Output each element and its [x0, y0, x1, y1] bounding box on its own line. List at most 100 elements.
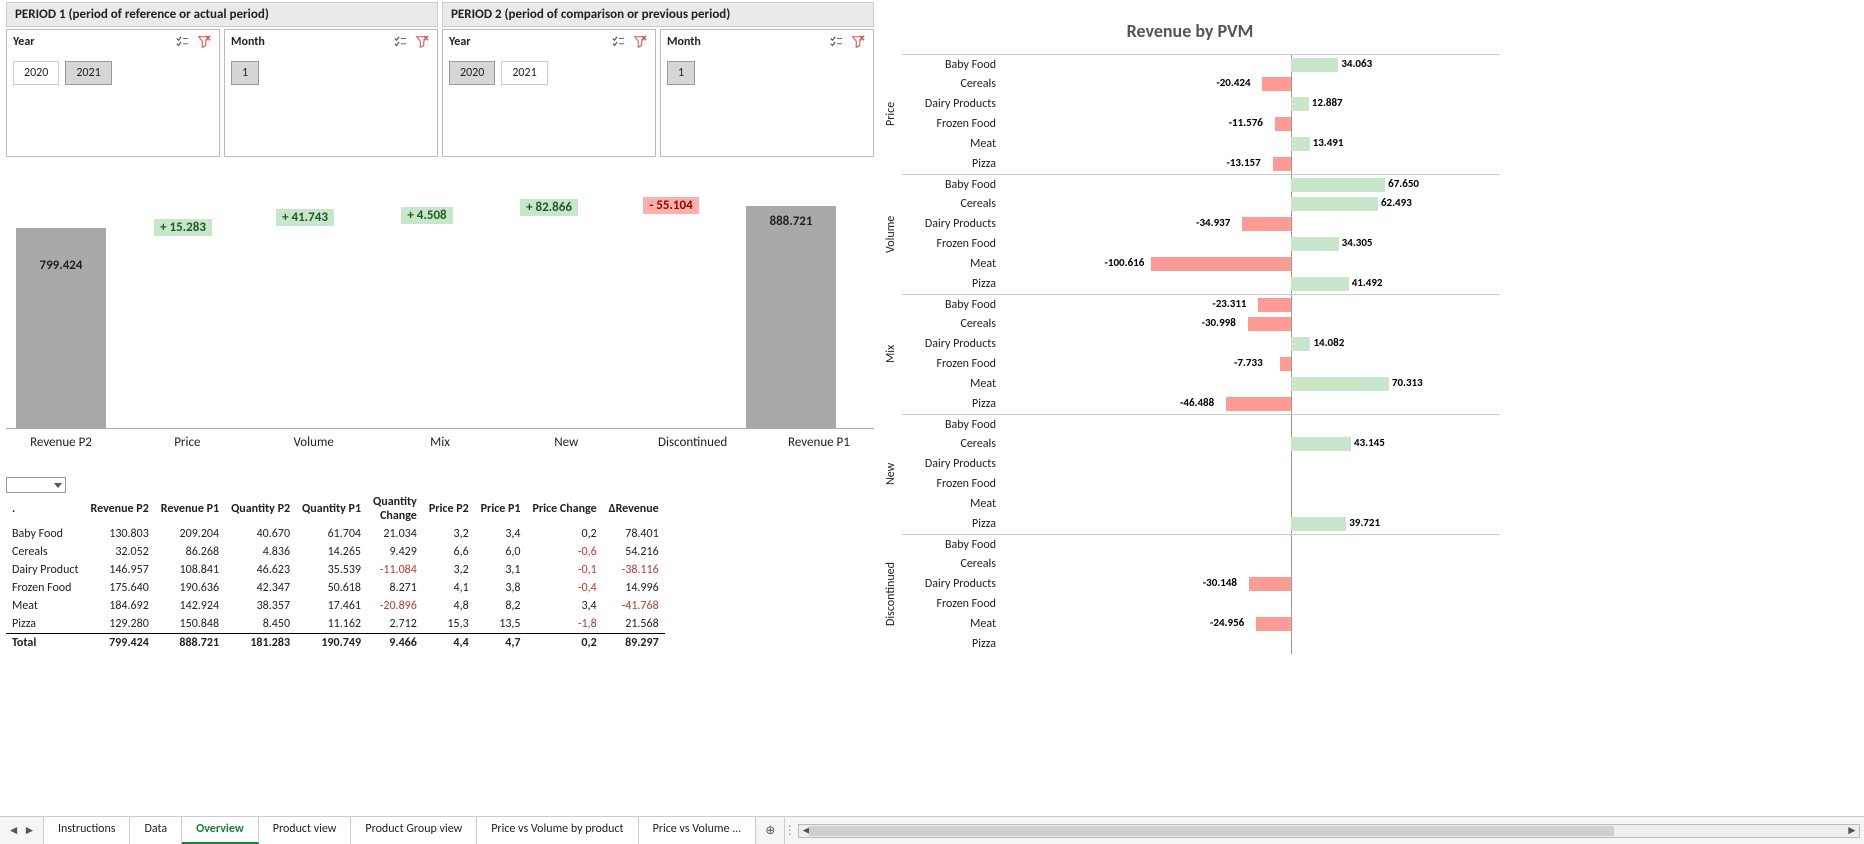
pvm-category-label: Dairy Products	[902, 337, 1002, 351]
pvm-row: Dairy Products12.887	[902, 94, 1500, 114]
slicer-option[interactable]: 2021	[501, 61, 547, 85]
pvm-category-label: Dairy Products	[902, 457, 1002, 471]
pvm-group-label: Discontinued	[880, 534, 902, 654]
sheet-tab[interactable]: Product Group view	[351, 817, 477, 844]
pvm-row: Frozen Food-11.576	[902, 114, 1500, 134]
pvm-row: Meat-100.616	[902, 254, 1500, 274]
pvm-row: Dairy Products-30.148	[902, 574, 1500, 594]
pvm-category-label: Dairy Products	[902, 577, 1002, 591]
pvm-group-label: New	[880, 414, 902, 534]
pvm-category-label: Pizza	[902, 517, 1002, 531]
pvm-row: Cereals-20.424	[902, 74, 1500, 94]
add-sheet-button[interactable]: ⊕	[756, 817, 784, 844]
pvm-row: Baby Food	[902, 534, 1500, 554]
pvm-category-label: Pizza	[902, 637, 1002, 651]
clear-filter-icon[interactable]	[849, 33, 867, 51]
clear-filter-icon[interactable]	[413, 33, 431, 51]
pvm-category-label: Meat	[902, 617, 1002, 631]
table-header: Revenue P2	[85, 493, 155, 525]
pvm-bar	[1291, 58, 1338, 72]
pvm-row: Frozen Food	[902, 474, 1500, 494]
slicer-option[interactable]: 2021	[65, 61, 111, 85]
tabnav-prev-icon[interactable]: ◄	[8, 823, 20, 838]
horizontal-scrollbar[interactable]: ◄ ►	[798, 824, 1860, 838]
period-1-title: PERIOD 1 (period of reference or actual …	[6, 2, 438, 27]
multiselect-icon[interactable]	[609, 33, 627, 51]
sheet-tab[interactable]: Overview	[182, 817, 259, 844]
sheet-tab[interactable]: Product view	[259, 817, 352, 844]
slicer-label: Year	[13, 35, 35, 49]
table-header: Price Change	[527, 493, 603, 525]
sheet-tab[interactable]: Data	[130, 817, 182, 844]
slicer-label: Year	[449, 35, 471, 49]
tabnav-next-icon[interactable]: ►	[24, 823, 36, 838]
table-header: Quantity P1	[296, 493, 367, 525]
pvm-category-label: Frozen Food	[902, 597, 1002, 611]
pvm-row: Meat-24.956	[902, 614, 1500, 634]
waterfall-step: + 82.866	[494, 199, 604, 216]
slicer-p1-year[interactable]: Year 20202021	[6, 29, 220, 157]
sheet-tab-bar: ◄ ► InstructionsDataOverviewProduct view…	[0, 816, 1864, 844]
waterfall-bar: 799.424	[16, 228, 106, 428]
table-total-row: Total799.424888.721181.283190.7499.4664,…	[6, 634, 665, 653]
pvm-row: Dairy Products14.082	[902, 334, 1500, 354]
pvm-row: Meat13.491	[902, 134, 1500, 154]
pvm-bar	[1291, 137, 1310, 151]
sheet-tab[interactable]: Instructions	[44, 817, 130, 844]
pvm-category-label: Meat	[902, 377, 1002, 391]
multiselect-icon[interactable]	[173, 33, 191, 51]
pvm-row: Frozen Food	[902, 594, 1500, 614]
slicer-option[interactable]: 2020	[13, 61, 59, 85]
slicer-option[interactable]: 2020	[449, 61, 495, 85]
slicer-option[interactable]: 1	[231, 61, 259, 85]
pvm-category-label: Frozen Food	[902, 357, 1002, 371]
pvm-category-label: Baby Food	[902, 178, 1002, 192]
pvm-row: Pizza41.492	[902, 274, 1500, 294]
pvm-row: Pizza	[902, 634, 1500, 654]
pvm-category-label: Cereals	[902, 317, 1002, 331]
clear-filter-icon[interactable]	[631, 33, 649, 51]
pvm-row: Cereals	[902, 554, 1500, 574]
sheet-tab[interactable]: Price vs Volume by product	[477, 817, 638, 844]
pivot-table: .Revenue P2Revenue P1Quantity P2Quantity…	[6, 477, 874, 652]
pvm-row: Baby Food	[902, 414, 1500, 434]
waterfall-axis-label: Volume	[259, 435, 369, 450]
pvm-group-label: Price	[880, 54, 902, 174]
pvm-category-label: Baby Food	[902, 58, 1002, 72]
pvm-bar	[1291, 277, 1349, 291]
table-row: Pizza129.280150.8488.45011.1622.71215,31…	[6, 615, 665, 634]
slicer-p2-month[interactable]: Month 1	[660, 29, 874, 157]
pivot-rowfield-dropdown[interactable]	[6, 477, 66, 493]
pvm-row: Cereals62.493	[902, 194, 1500, 214]
slicer-p1-month[interactable]: Month 1	[224, 29, 438, 157]
pvm-category-label: Dairy Products	[902, 217, 1002, 231]
slicer-option[interactable]: 1	[667, 61, 695, 85]
pvm-row: Meat	[902, 494, 1500, 514]
waterfall-step: - 55.104	[616, 197, 726, 214]
sheet-tab[interactable]: Price vs Volume ...	[639, 817, 757, 844]
table-header: .	[6, 493, 85, 525]
table-row: Baby Food130.803209.20440.67061.70421.03…	[6, 525, 665, 543]
pvm-category-label: Cereals	[902, 557, 1002, 571]
pvm-category-label: Meat	[902, 497, 1002, 511]
pvm-chart: PriceVolumeMixNewDiscontinued Baby Food3…	[880, 54, 1500, 654]
pvm-bar	[1291, 97, 1309, 111]
pvm-row: Pizza-46.488	[902, 394, 1500, 414]
pvm-category-label: Meat	[902, 137, 1002, 151]
pvm-row: Cereals43.145	[902, 434, 1500, 454]
period-2-title: PERIOD 2 (period of comparison or previo…	[442, 2, 874, 27]
slicer-label: Month	[231, 35, 265, 49]
pvm-category-label: Baby Food	[902, 298, 1002, 312]
clear-filter-icon[interactable]	[195, 33, 213, 51]
tab-nav-buttons[interactable]: ◄ ►	[0, 817, 44, 844]
waterfall-axis-label: Mix	[385, 435, 495, 450]
waterfall-bar: 888.721	[746, 206, 836, 428]
pvm-category-label: Cereals	[902, 77, 1002, 91]
multiselect-icon[interactable]	[391, 33, 409, 51]
waterfall-axis-label: Price	[132, 435, 242, 450]
multiselect-icon[interactable]	[827, 33, 845, 51]
slicer-label: Month	[667, 35, 701, 49]
slicer-p2-year[interactable]: Year 20202021	[442, 29, 656, 157]
pvm-category-label: Frozen Food	[902, 237, 1002, 251]
waterfall-axis-label: New	[511, 435, 621, 450]
